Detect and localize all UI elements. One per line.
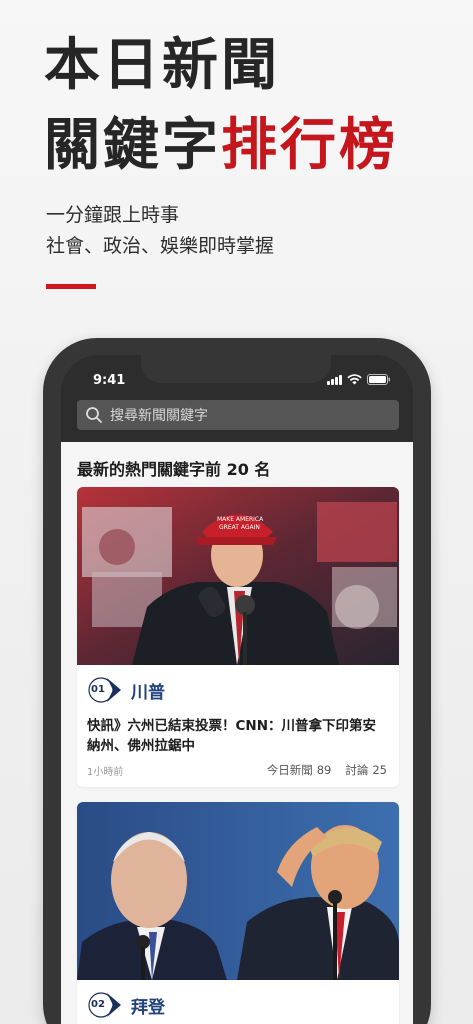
content-area: 最新的熱門關鍵字前 20 名 MAKE AMERICA GREAT AGAIN …: [61, 442, 413, 1024]
hero-subtitle-2: 社會、政治、娛樂即時掌握: [46, 235, 275, 257]
search-input[interactable]: 搜尋新聞關鍵字: [110, 405, 208, 425]
search-icon: [86, 407, 102, 423]
red-divider: [46, 284, 96, 289]
hero-title-accent: 排行榜: [221, 113, 398, 178]
time-ago: 1小時前: [87, 766, 124, 778]
news-headline[interactable]: 快訊》六州已結束投票！CNN：川普拿下印第安納州、佛州拉鋸中: [87, 716, 387, 756]
news-photo: MAKE AMERICA GREAT AGAIN: [77, 487, 399, 665]
search-bar[interactable]: 搜尋新聞關鍵字: [77, 400, 399, 430]
status-time: 9:41: [93, 373, 126, 388]
rank-number: 02: [91, 999, 105, 1010]
hero-title-prefix: 關鍵字: [44, 113, 221, 178]
section-title: 最新的熱門關鍵字前 20 名: [77, 460, 271, 479]
card-meta: 1小時前 今日新聞 89 討論 25: [87, 762, 387, 778]
discuss-count-value: 25: [372, 763, 387, 777]
battery-icon: [367, 374, 391, 385]
news-count-value: 89: [316, 763, 332, 777]
status-icons: [327, 374, 391, 385]
keyword-label[interactable]: 川普: [131, 678, 165, 703]
hero-subtitle-1: 一分鐘跟上時事: [46, 204, 180, 226]
news-photo: [77, 802, 399, 980]
keyword-label[interactable]: 拜登: [131, 993, 165, 1018]
hero-title-line1: 本日新聞: [44, 33, 280, 98]
hero-title-line2: 關鍵字排行榜: [44, 118, 398, 174]
svg-text:GREAT AGAIN: GREAT AGAIN: [219, 524, 260, 531]
phone-screen: 9:41 搜尋新聞關鍵字 最新的熱門關鍵字前 20 名 MAKE AMERICA…: [61, 355, 413, 1024]
rank-row: 02 拜登: [87, 990, 165, 1020]
rank-badge-icon: 02: [87, 990, 123, 1020]
rank-badge-icon: 01: [87, 675, 123, 705]
news-count-label: 今日新聞: [266, 763, 313, 777]
wifi-icon: [347, 374, 362, 385]
discuss-count-label: 討論: [345, 763, 369, 777]
hat-text: MAKE AMERICA: [217, 516, 264, 523]
rank-row: 01 川普: [87, 675, 165, 705]
phone-notch: [141, 355, 331, 383]
news-card[interactable]: 02 拜登: [77, 802, 399, 1024]
phone-frame: 9:41 搜尋新聞關鍵字 最新的熱門關鍵字前 20 名 MAKE AMERICA…: [43, 338, 431, 1024]
signal-icon: [327, 374, 342, 385]
news-card[interactable]: MAKE AMERICA GREAT AGAIN 01 川普 快訊》六州已結束投…: [77, 487, 399, 787]
rank-number: 01: [91, 684, 105, 695]
